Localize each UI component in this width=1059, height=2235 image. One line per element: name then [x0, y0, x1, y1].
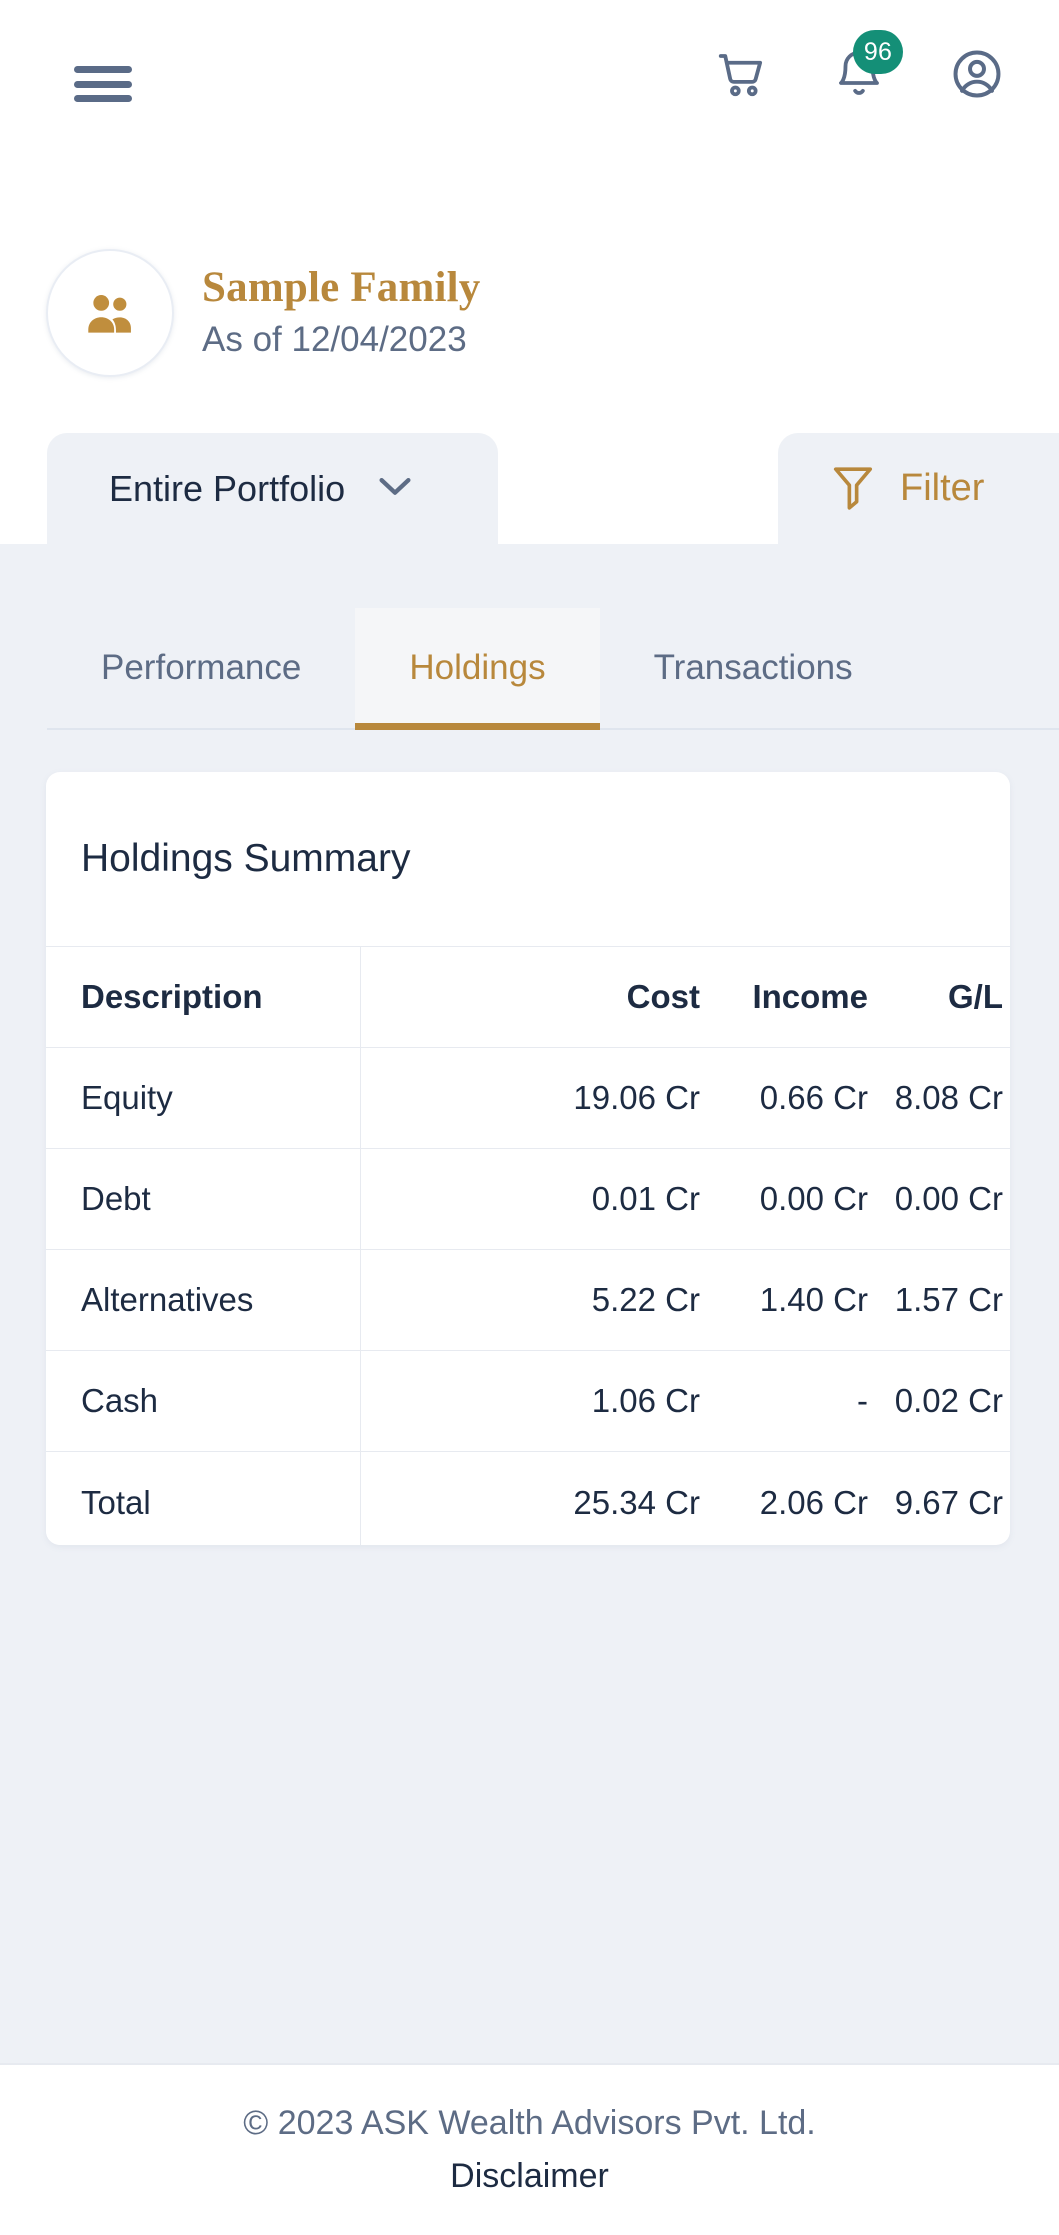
- tab-transactions[interactable]: Transactions: [600, 608, 907, 728]
- chevron-down-icon: [375, 473, 415, 504]
- user-account-icon[interactable]: [949, 46, 1005, 102]
- table-row-total[interactable]: Total 25.34 Cr 2.06 Cr 9.67 Cr: [46, 1452, 1010, 1545]
- table-row[interactable]: Alternatives 5.22 Cr 1.40 Cr 1.57 Cr: [46, 1250, 1010, 1351]
- avatar[interactable]: [46, 248, 174, 377]
- table-header-numeric-group: Cost Income G/L: [361, 947, 1010, 1047]
- cell-cost: 19.06 Cr: [573, 1079, 700, 1116]
- hamburger-bar: [74, 66, 132, 73]
- footer-disclaimer-link[interactable]: Disclaimer: [450, 2157, 609, 2196]
- notification-bell-icon[interactable]: 96: [831, 30, 903, 102]
- filter-button[interactable]: Filter: [778, 433, 1059, 544]
- cell-description: Equity: [46, 1048, 361, 1148]
- top-bar-actions: 96: [713, 30, 1005, 102]
- cell-income: 0.00 Cr: [759, 1180, 868, 1217]
- row-numeric-group: 0.01 Cr 0.00 Cr 0.00 Cr: [361, 1149, 1010, 1249]
- page-title: Sample Family: [202, 263, 481, 311]
- column-header-cost: Cost: [626, 978, 700, 1015]
- filter-button-label: Filter: [900, 467, 985, 509]
- holdings-table: Description Cost Income G/L Equity 19.06…: [46, 946, 1010, 1545]
- tab-label: Transactions: [653, 648, 853, 687]
- holdings-summary-card: Holdings Summary Description Cost Income…: [46, 772, 1010, 1545]
- shopping-cart-icon[interactable]: [713, 46, 769, 102]
- family-text-block: Sample Family As of 12/04/2023: [202, 263, 481, 363]
- tab-performance[interactable]: Performance: [47, 608, 355, 728]
- cell-cost: 0.01 Cr: [591, 1180, 700, 1217]
- table-row[interactable]: Debt 0.01 Cr 0.00 Cr 0.00 Cr: [46, 1149, 1010, 1250]
- filter-funnel-icon: [830, 461, 876, 516]
- footer: © 2023 ASK Wealth Advisors Pvt. Ltd. Dis…: [0, 2063, 1059, 2235]
- top-bar: 96: [0, 0, 1059, 143]
- cell-income: 1.40 Cr: [759, 1281, 868, 1318]
- family-header: Sample Family As of 12/04/2023: [0, 235, 1059, 390]
- cell-cost: 25.34 Cr: [573, 1483, 700, 1521]
- row-numeric-group: 19.06 Cr 0.66 Cr 8.08 Cr: [361, 1048, 1010, 1148]
- cell-gain-loss: 1.57 Cr: [894, 1281, 1003, 1318]
- hamburger-menu-icon[interactable]: [74, 62, 132, 106]
- cell-description: Alternatives: [46, 1250, 361, 1350]
- hamburger-bar: [74, 95, 132, 102]
- cell-income: -: [857, 1382, 868, 1419]
- cell-cost: 5.22 Cr: [591, 1281, 700, 1318]
- tab-holdings[interactable]: Holdings: [355, 608, 600, 730]
- table-row[interactable]: Cash 1.06 Cr - 0.02 Cr: [46, 1351, 1010, 1452]
- section-tabs: Performance Holdings Transactions: [47, 608, 1059, 730]
- cell-income: 0.66 Cr: [759, 1079, 868, 1116]
- row-numeric-group: 5.22 Cr 1.40 Cr 1.57 Cr: [361, 1250, 1010, 1350]
- cell-gain-loss: 0.00 Cr: [894, 1180, 1003, 1217]
- holdings-summary-title: Holdings Summary: [81, 837, 411, 880]
- table-row[interactable]: Equity 19.06 Cr 0.66 Cr 8.08 Cr: [46, 1048, 1010, 1149]
- portfolio-selector-dropdown[interactable]: Entire Portfolio: [47, 433, 498, 544]
- tab-label: Performance: [101, 648, 302, 687]
- table-header-row: Description Cost Income G/L: [46, 947, 1010, 1048]
- cell-gain-loss: 8.08 Cr: [894, 1079, 1003, 1116]
- cell-cost: 1.06 Cr: [591, 1382, 700, 1419]
- tab-label: Holdings: [409, 648, 546, 687]
- row-numeric-group: 1.06 Cr - 0.02 Cr: [361, 1351, 1010, 1451]
- portfolio-selector-row: Entire Portfolio Filter: [0, 424, 1059, 544]
- notification-count-badge: 96: [853, 30, 903, 74]
- column-header-gain-loss: G/L: [948, 978, 1003, 1015]
- as-of-date: As of 12/04/2023: [202, 319, 467, 359]
- cell-description: Total: [46, 1452, 361, 1545]
- column-header-income: Income: [752, 978, 868, 1015]
- footer-copyright: © 2023 ASK Wealth Advisors Pvt. Ltd.: [243, 2104, 816, 2142]
- cell-gain-loss: 0.02 Cr: [894, 1382, 1003, 1419]
- hamburger-bar: [74, 80, 132, 88]
- column-header-description: Description: [46, 947, 361, 1047]
- family-people-icon: [88, 294, 131, 333]
- cell-description: Cash: [46, 1351, 361, 1451]
- row-numeric-group: 25.34 Cr 2.06 Cr 9.67 Cr: [361, 1452, 1010, 1545]
- portfolio-selector-label: Entire Portfolio: [109, 467, 346, 509]
- cell-income: 2.06 Cr: [759, 1483, 868, 1521]
- cell-gain-loss: 9.67 Cr: [894, 1483, 1003, 1521]
- cell-description: Debt: [46, 1149, 361, 1249]
- content-area: Performance Holdings Transactions Holdin…: [0, 544, 1059, 2063]
